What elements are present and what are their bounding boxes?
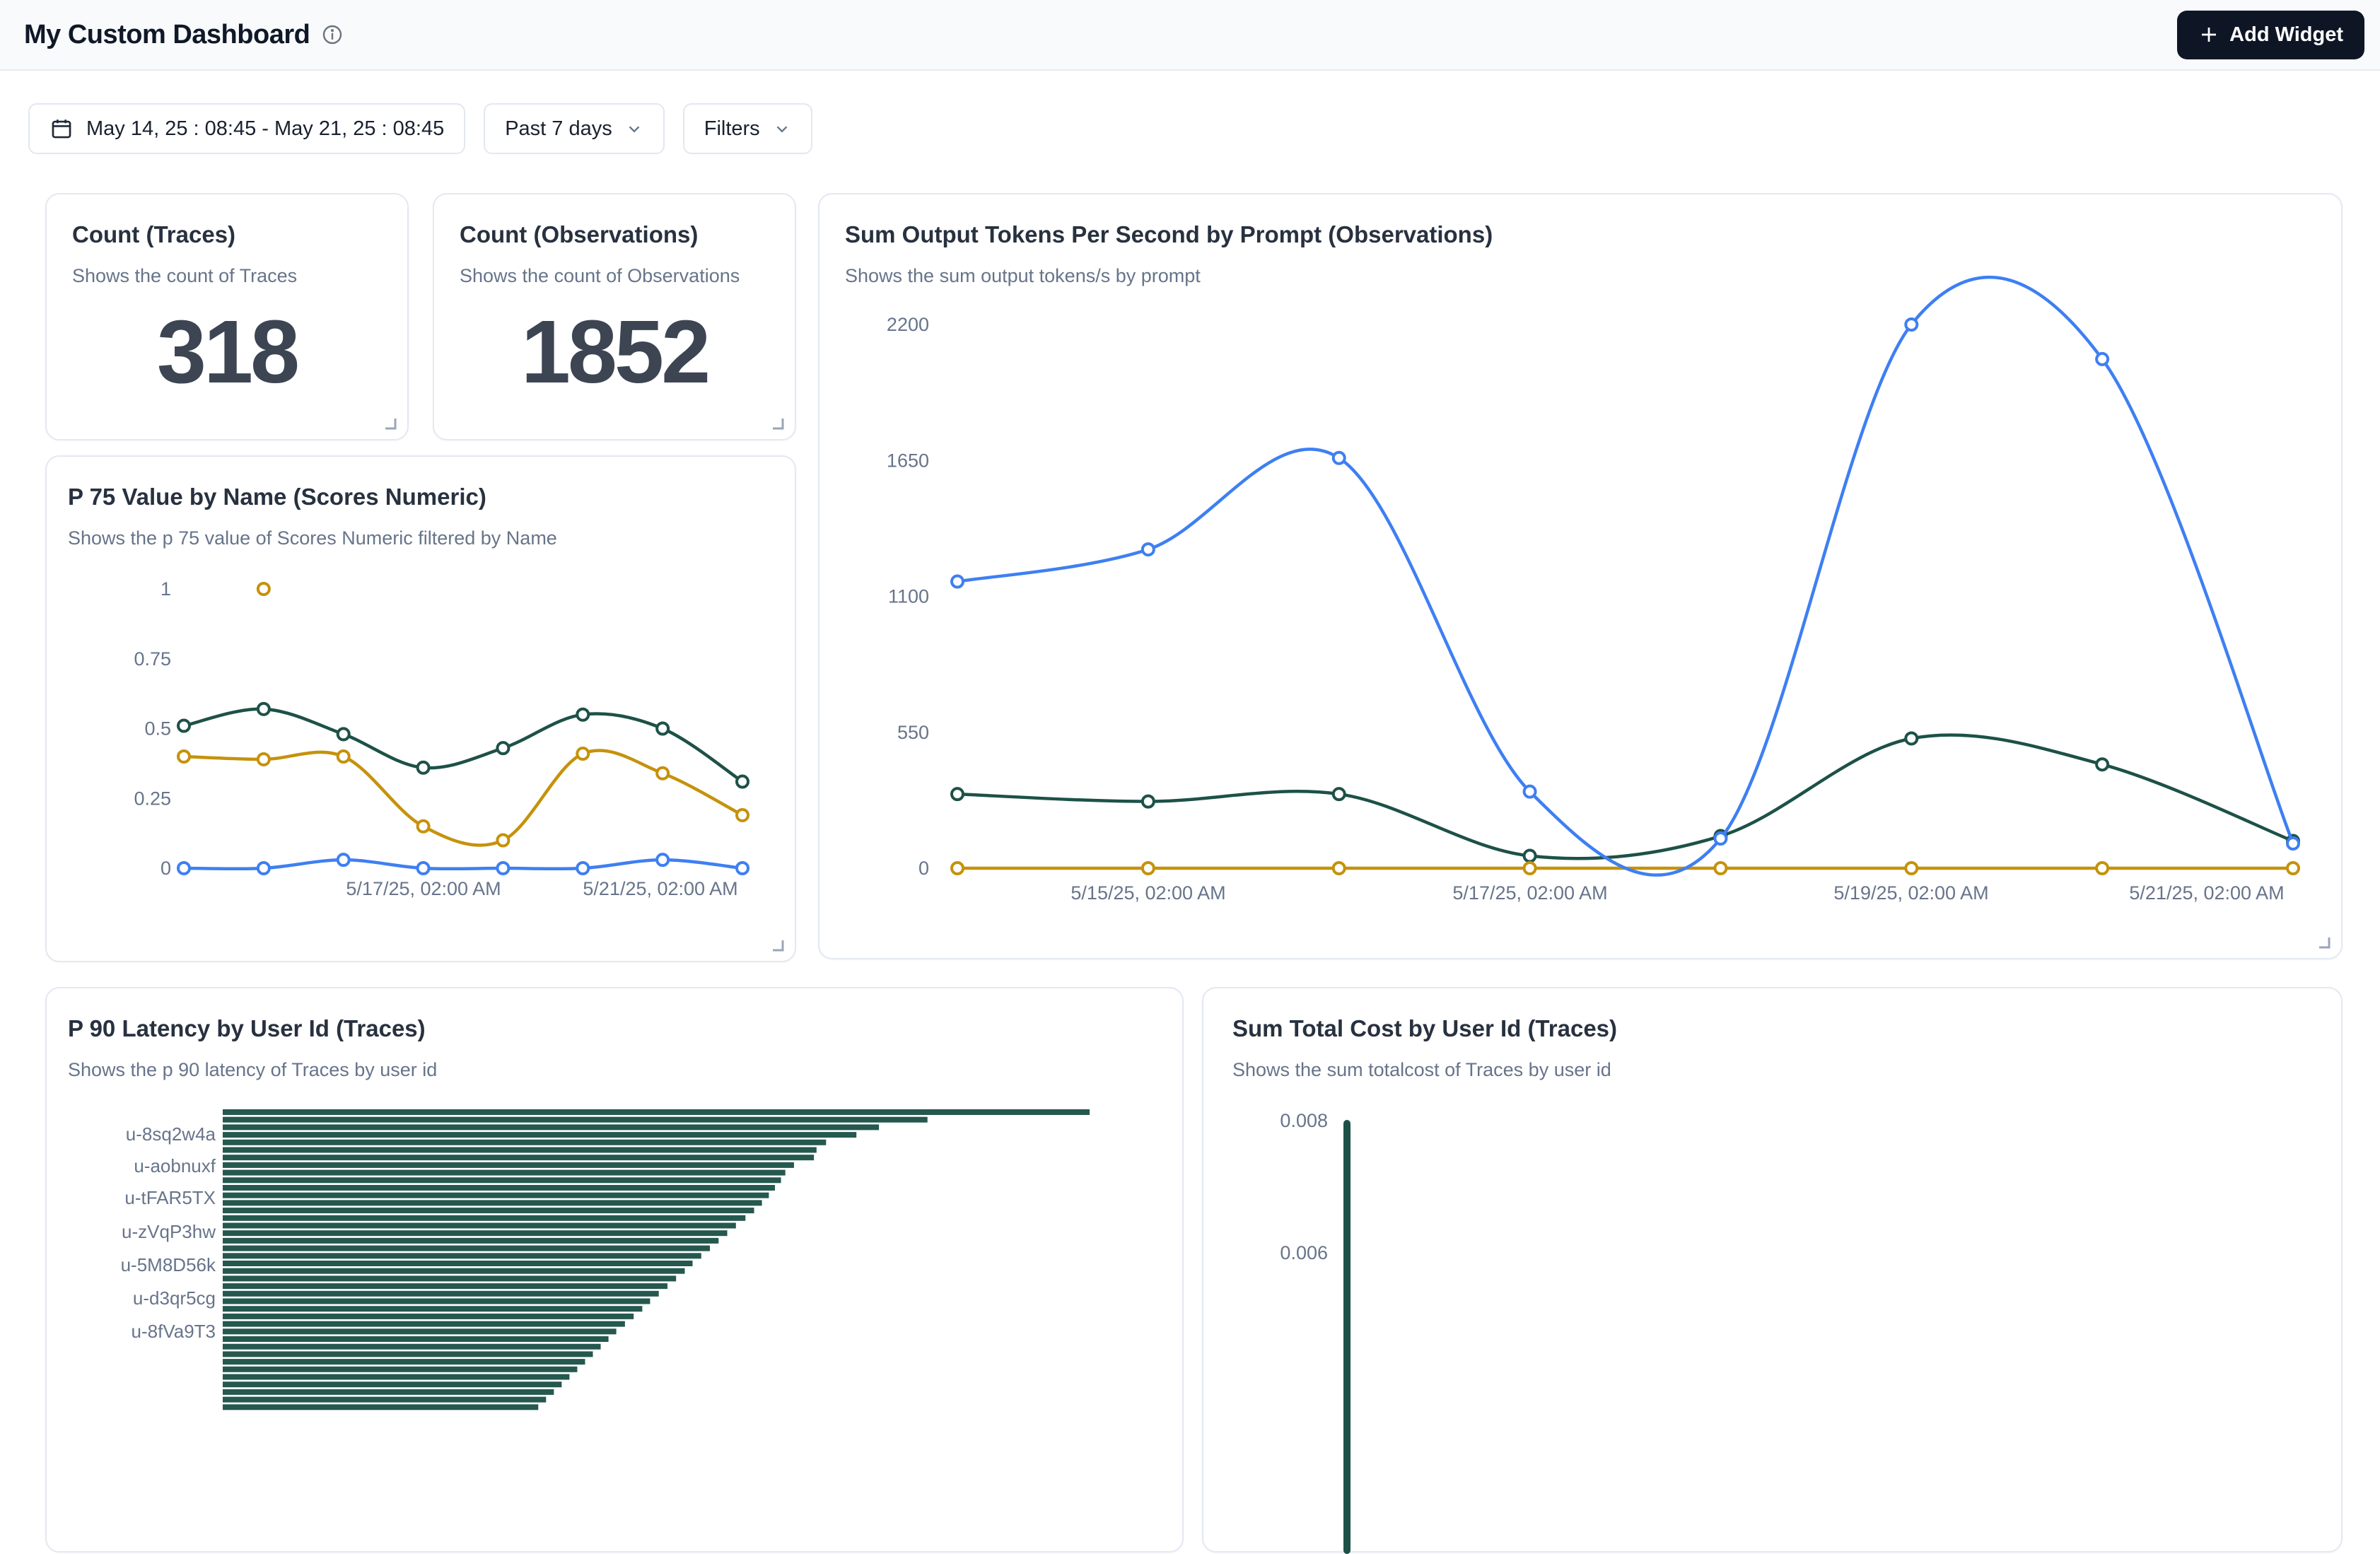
page-title: My Custom Dashboard bbox=[24, 20, 310, 50]
svg-text:0.006: 0.006 bbox=[1280, 1242, 1328, 1263]
widget-title: Sum Total Cost by User Id (Traces) bbox=[1203, 988, 2341, 1042]
widget-subtitle: Shows the sum output tokens/s by prompt bbox=[819, 265, 2341, 287]
svg-text:1650: 1650 bbox=[887, 450, 929, 471]
widget-title: Count (Traces) bbox=[47, 194, 407, 248]
widget-subtitle: Shows the p 75 value of Scores Numeric f… bbox=[47, 527, 795, 549]
svg-text:u-d3qr5cg: u-d3qr5cg bbox=[133, 1287, 216, 1309]
svg-text:1100: 1100 bbox=[888, 586, 929, 607]
widget-title: Count (Observations) bbox=[434, 194, 795, 248]
count-value: 1852 bbox=[434, 308, 795, 397]
svg-text:u-5M8D56k: u-5M8D56k bbox=[121, 1254, 216, 1275]
svg-text:u-8sq2w4a: u-8sq2w4a bbox=[126, 1123, 216, 1145]
filters-label: Filters bbox=[704, 117, 760, 141]
svg-text:u-8fVa9T3: u-8fVa9T3 bbox=[132, 1321, 216, 1342]
widget-subtitle: Shows the count of Traces bbox=[47, 265, 407, 287]
svg-text:u-aobnuxf: u-aobnuxf bbox=[134, 1155, 216, 1176]
svg-text:0.25: 0.25 bbox=[134, 788, 171, 809]
svg-text:1: 1 bbox=[161, 578, 171, 600]
filters-dropdown[interactable]: Filters bbox=[683, 103, 812, 154]
widget-tokens-per-second: 0 550 1100 1650 2200 5/15/25, 02:00 AM 5/17/25… bbox=[818, 193, 2343, 959]
date-preset-value: Past 7 days bbox=[505, 117, 612, 141]
count-value: 318 bbox=[47, 308, 407, 397]
widget-subtitle: Shows the sum totalcost of Traces by use… bbox=[1203, 1059, 2341, 1081]
svg-text:0: 0 bbox=[161, 858, 171, 879]
info-icon[interactable] bbox=[321, 23, 344, 46]
svg-text:u-zVqP3hw: u-zVqP3hw bbox=[122, 1221, 216, 1242]
widget-p75-scores: 0 0.25 0.5 0.75 1 5/17/25, 02:00 AM 5/21/25, 0… bbox=[45, 455, 796, 962]
plus-icon bbox=[2198, 24, 2219, 45]
svg-text:5/15/25, 02:00 AM: 5/15/25, 02:00 AM bbox=[1071, 882, 1225, 904]
widget-title: Sum Output Tokens Per Second by Prompt (… bbox=[819, 194, 2341, 248]
date-range-picker[interactable]: May 14, 25 : 08:45 - May 21, 25 : 08:45 bbox=[28, 103, 465, 154]
widget-subtitle: Shows the p 90 latency of Traces by user… bbox=[47, 1059, 1182, 1081]
widget-count-traces: Count (Traces) Shows the count of Traces… bbox=[45, 193, 409, 440]
svg-text:5/19/25, 02:00 AM: 5/19/25, 02:00 AM bbox=[1833, 882, 1988, 904]
svg-text:0.5: 0.5 bbox=[144, 718, 171, 740]
svg-text:5/21/25, 02:00 AM: 5/21/25, 02:00 AM bbox=[583, 878, 737, 899]
date-preset-dropdown[interactable]: Past 7 days bbox=[484, 103, 665, 154]
svg-text:5/17/25, 02:00 AM: 5/17/25, 02:00 AM bbox=[1452, 882, 1607, 904]
svg-text:2200: 2200 bbox=[887, 314, 929, 335]
svg-text:0.008: 0.008 bbox=[1280, 1110, 1328, 1131]
svg-text:0: 0 bbox=[918, 858, 929, 879]
svg-text:5/17/25, 02:00 AM: 5/17/25, 02:00 AM bbox=[346, 878, 501, 899]
resize-handle-icon[interactable] bbox=[379, 412, 397, 431]
widget-title: P 75 Value by Name (Scores Numeric) bbox=[47, 457, 795, 510]
resize-handle-icon[interactable] bbox=[766, 934, 785, 952]
chevron-down-icon bbox=[625, 119, 643, 138]
top-bar: My Custom Dashboard Add Widget bbox=[0, 0, 2380, 71]
svg-text:5/21/25, 02:00 AM: 5/21/25, 02:00 AM bbox=[2129, 882, 2284, 904]
chevron-down-icon bbox=[773, 119, 791, 138]
add-widget-label: Add Widget bbox=[2229, 23, 2343, 47]
svg-text:0.75: 0.75 bbox=[134, 648, 171, 670]
filter-bar: May 14, 25 : 08:45 - May 21, 25 : 08:45 … bbox=[28, 103, 812, 154]
widget-count-observations: Count (Observations) Shows the count of … bbox=[433, 193, 796, 440]
tokens-per-second-chart[interactable]: 0 550 1100 1650 2200 5/15/25, 02:00 AM 5/17/25… bbox=[819, 194, 2344, 961]
widget-subtitle: Shows the count of Observations bbox=[434, 265, 795, 287]
date-range-value: May 14, 25 : 08:45 - May 21, 25 : 08:45 bbox=[86, 117, 444, 141]
resize-handle-icon[interactable] bbox=[766, 412, 785, 431]
widget-p90-latency: u-8sq2w4a u-aobnuxf u-tFAR5TX u-zVqP3hw u-5M… bbox=[45, 987, 1184, 1553]
svg-text:550: 550 bbox=[897, 722, 929, 743]
add-widget-button[interactable]: Add Widget bbox=[2177, 11, 2364, 59]
svg-text:u-tFAR5TX: u-tFAR5TX bbox=[124, 1187, 216, 1208]
calendar-icon bbox=[49, 117, 74, 141]
widget-sum-total-cost: 0.008 0.006 Sum Total Cost by User Id (Tr… bbox=[1202, 987, 2343, 1553]
resize-handle-icon[interactable] bbox=[2313, 931, 2331, 950]
widget-title: P 90 Latency by User Id (Traces) bbox=[47, 988, 1182, 1042]
